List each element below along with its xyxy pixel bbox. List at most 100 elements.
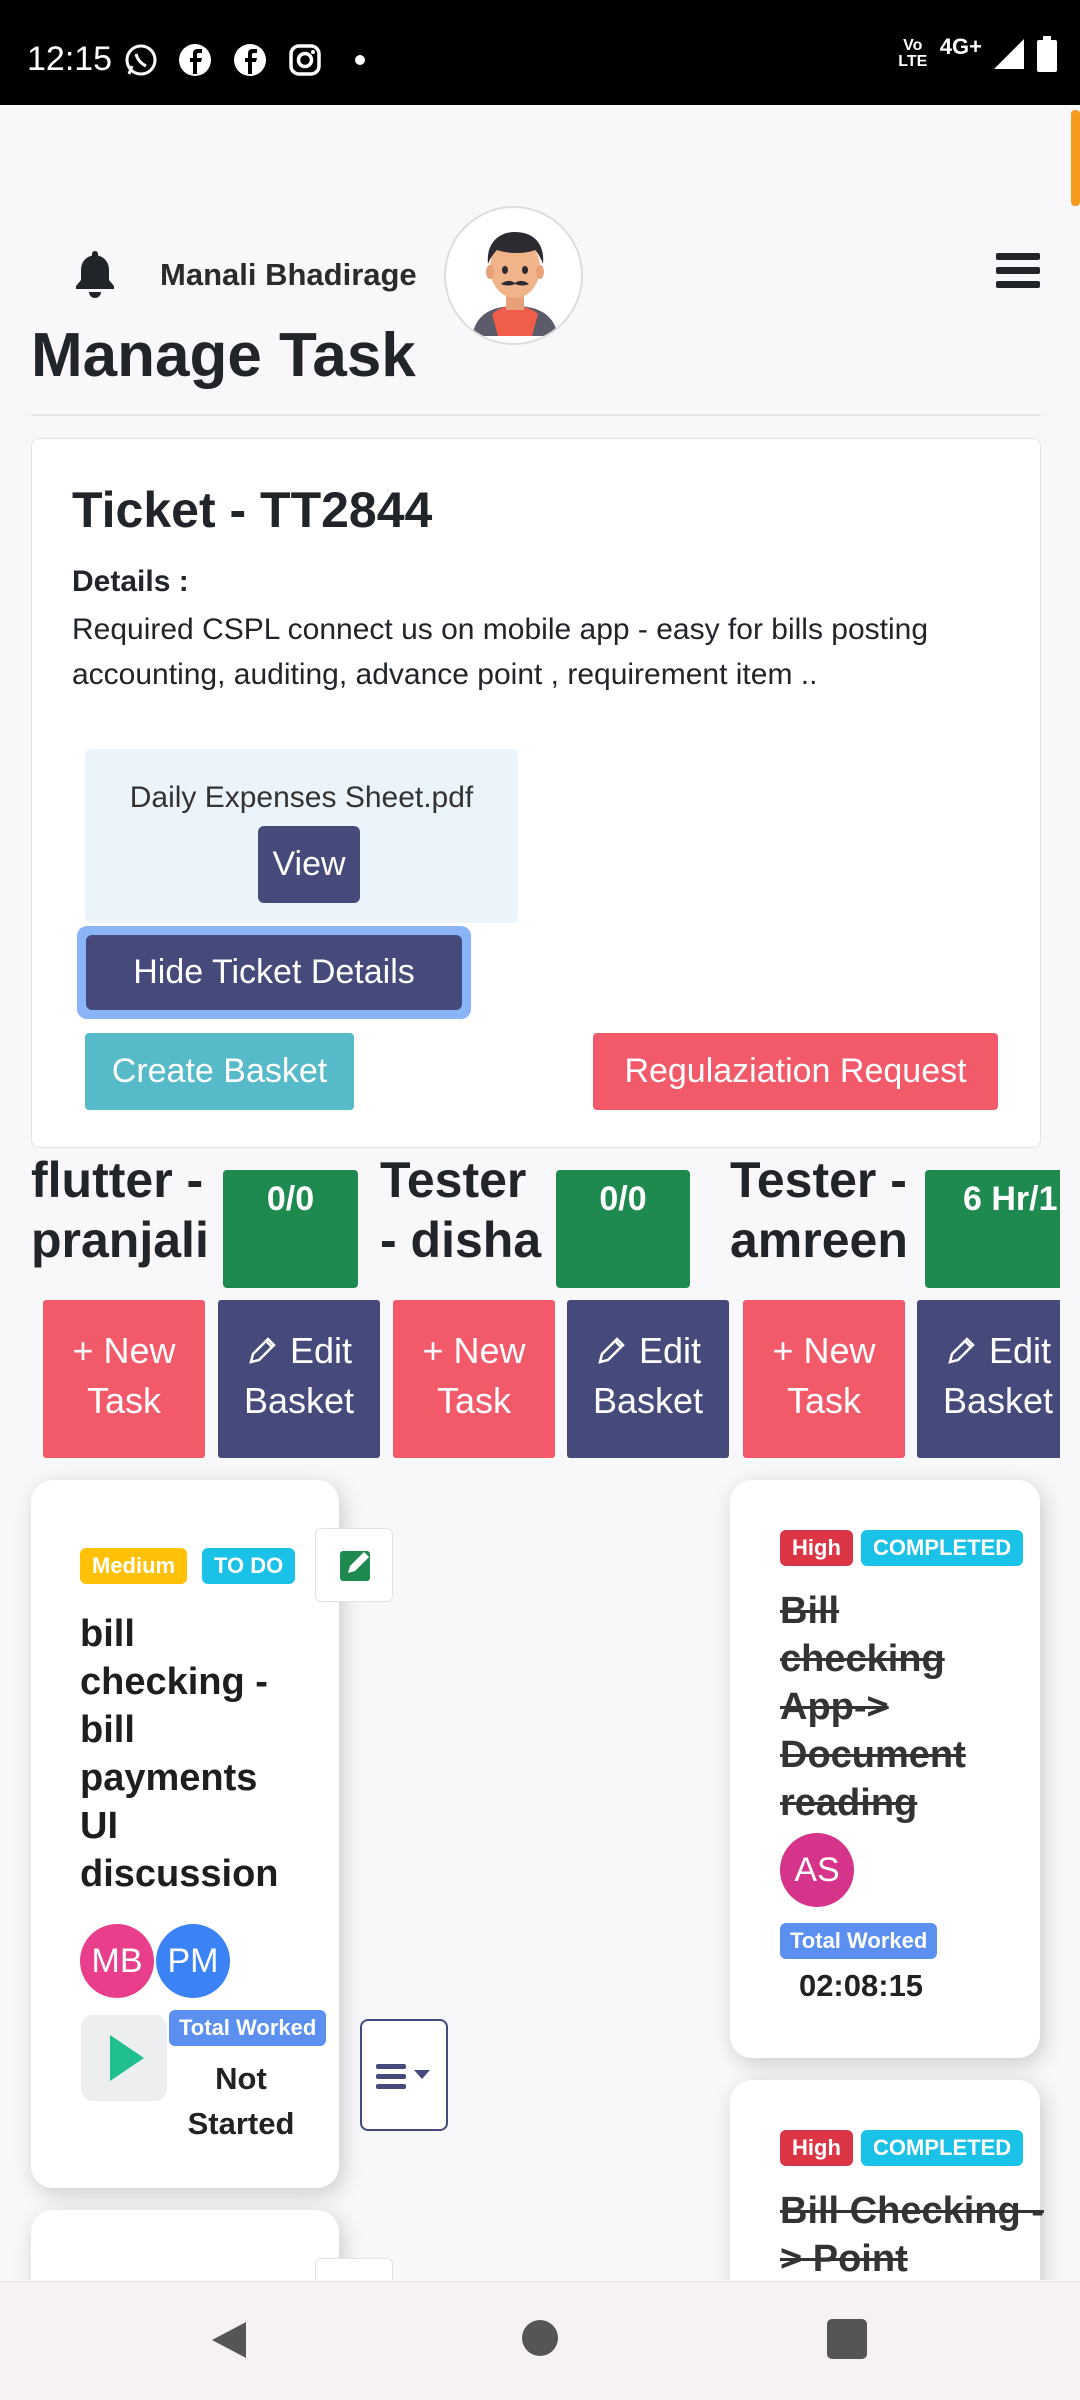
network-type: 4G+ xyxy=(939,34,982,59)
back-icon[interactable] xyxy=(208,2318,250,2362)
task-title-line: UI xyxy=(80,1805,118,1847)
assignee-avatar[interactable]: PM xyxy=(156,1924,230,1998)
hamburger-menu-icon[interactable] xyxy=(996,253,1040,291)
list-dropdown-icon xyxy=(376,2064,430,2089)
task-title-line: reading xyxy=(780,1782,918,1824)
total-worked-value-line: Started xyxy=(187,2106,295,2141)
total-worked-badge: Total Worked xyxy=(169,2010,327,2046)
task-title-line: Document xyxy=(780,1734,966,1776)
new-task-label: + New xyxy=(772,1330,876,1371)
edit-basket-label: Edit xyxy=(289,1330,353,1371)
title-divider xyxy=(31,414,1041,416)
whatsapp-icon xyxy=(125,44,157,76)
edit-basket-label: Basket xyxy=(942,1380,1054,1421)
ticket-card: Ticket - TT2844 Details : Required CSPL … xyxy=(31,438,1041,1148)
new-task-label: Task xyxy=(786,1380,862,1421)
priority-badge: High xyxy=(780,2130,853,2166)
new-task-button[interactable]: + New Task xyxy=(743,1300,905,1458)
task-title-line: Bill Checking - xyxy=(780,2190,1044,2232)
edit-basket-label: Edit xyxy=(988,1330,1052,1371)
total-worked-badge: Total Worked xyxy=(780,1923,938,1959)
task-title-line: App-> xyxy=(780,1686,889,1728)
scroll-indicator[interactable] xyxy=(1071,110,1080,206)
edit-basket-button[interactable]: Edit Basket xyxy=(917,1300,1060,1458)
task-title-line: checking xyxy=(780,1638,945,1680)
details-label: Details : xyxy=(72,565,189,598)
edit-task-button[interactable] xyxy=(315,2258,393,2280)
bell-icon[interactable] xyxy=(70,248,120,300)
user-avatar-illustration xyxy=(455,217,575,337)
edit-basket-button[interactable]: Edit Basket xyxy=(218,1300,380,1458)
edit-basket-label: Edit xyxy=(638,1330,702,1371)
column-heading-line: pranjali xyxy=(31,1212,209,1268)
column-heading-line: flutter - xyxy=(31,1152,204,1208)
task-title-line: bill xyxy=(80,1709,135,1751)
status-time: 12:15 xyxy=(27,40,113,78)
task-title-line: bill xyxy=(80,1613,135,1655)
total-worked-value-line: Not xyxy=(215,2061,267,2096)
user-avatar[interactable] xyxy=(444,206,583,345)
home-icon[interactable] xyxy=(522,2320,558,2356)
battery-icon xyxy=(1037,36,1057,72)
basket-columns[interactable]: flutter - pranjali 0/0 + New Task Edit B… xyxy=(0,1150,1060,2280)
status-badge: TO DO xyxy=(202,1548,296,1584)
start-timer-button[interactable] xyxy=(81,2015,167,2101)
task-card[interactable]: High COMPLETED Bill Checking - > Point xyxy=(730,2080,1044,2280)
signal-icon xyxy=(994,39,1024,69)
task-card[interactable]: High COMPLETED Bill checking App-> Docum… xyxy=(730,1480,1040,2058)
task-title-line: discussion xyxy=(80,1853,279,1895)
hours-count-badge: 0/0 xyxy=(556,1170,690,1288)
new-task-button[interactable]: + New Task xyxy=(393,1300,555,1458)
total-worked-value: 02:08:15 xyxy=(798,1968,924,2003)
hours-count-badge: 6 Hr/1 xyxy=(925,1170,1060,1288)
new-task-label: + New xyxy=(422,1330,526,1371)
status-badge: COMPLETED xyxy=(861,2130,1024,2166)
column-heading-flutter-pranjali: flutter - pranjali xyxy=(31,1150,209,1270)
facebook-icon xyxy=(234,44,266,76)
status-bar: 12:15 Vo LTE 4G+ xyxy=(0,0,1080,105)
view-attachment-button[interactable]: View xyxy=(258,826,360,903)
edit-basket-label: Basket xyxy=(243,1380,355,1421)
task-card[interactable]: Medium TO DO bill checking - bill paymen… xyxy=(31,1480,339,2188)
task-title-line: Bill xyxy=(780,1590,840,1632)
play-icon xyxy=(110,2035,144,2081)
total-worked-value: Not Started xyxy=(181,2056,301,2146)
task-title[interactable]: Bill Checking - > Point xyxy=(780,2187,1060,2280)
priority-badge: Medium xyxy=(80,1548,188,1584)
task-title-line: > Point xyxy=(780,2238,908,2280)
column-heading-line: - disha xyxy=(380,1212,542,1268)
column-heading-tester-amreen: Tester - amreen xyxy=(730,1150,908,1270)
column-heading-tester-disha: Tester - disha xyxy=(380,1150,541,1270)
recent-apps-icon[interactable] xyxy=(827,2319,867,2359)
column-heading-line: Tester xyxy=(380,1152,527,1208)
pencil-icon xyxy=(948,1337,975,1364)
notification-dot-icon xyxy=(355,55,365,65)
task-title[interactable]: bill checking - bill payments UI discuss… xyxy=(80,1610,330,1898)
task-title-line: payments xyxy=(80,1757,258,1799)
task-title-line: checking - xyxy=(80,1661,268,1703)
task-card[interactable] xyxy=(31,2210,339,2280)
assignee-avatar[interactable]: MB xyxy=(80,1924,154,1998)
pencil-icon xyxy=(249,1337,276,1364)
hide-ticket-details-button[interactable]: Hide Ticket Details xyxy=(86,935,462,1010)
create-basket-button[interactable]: Create Basket xyxy=(85,1033,354,1110)
assignee-avatar[interactable]: AS xyxy=(780,1833,854,1907)
hours-count-badge: 0/0 xyxy=(223,1170,358,1288)
new-task-button[interactable]: + New Task xyxy=(43,1300,205,1458)
hide-ticket-details-focus-ring: Hide Ticket Details xyxy=(77,926,471,1019)
priority-badge: High xyxy=(780,1530,853,1566)
regularization-request-button[interactable]: Regulaziation Request xyxy=(593,1033,998,1110)
edit-task-button[interactable] xyxy=(315,1528,393,1602)
attachment-name: Daily Expenses Sheet.pdf xyxy=(129,781,474,814)
task-title[interactable]: Bill checking App-> Document reading xyxy=(780,1587,1020,1827)
ticket-title: Ticket - TT2844 xyxy=(72,482,433,538)
edit-basket-label: Basket xyxy=(592,1380,704,1421)
task-actions-dropdown[interactable] xyxy=(360,2019,448,2131)
attachment-box: Daily Expenses Sheet.pdf View xyxy=(85,749,518,923)
instagram-icon xyxy=(289,44,321,76)
page-title: Manage Task xyxy=(31,321,416,390)
pencil-icon xyxy=(598,1337,625,1364)
status-badge: COMPLETED xyxy=(861,1530,1024,1566)
new-task-label: Task xyxy=(436,1380,512,1421)
edit-basket-button[interactable]: Edit Basket xyxy=(567,1300,729,1458)
